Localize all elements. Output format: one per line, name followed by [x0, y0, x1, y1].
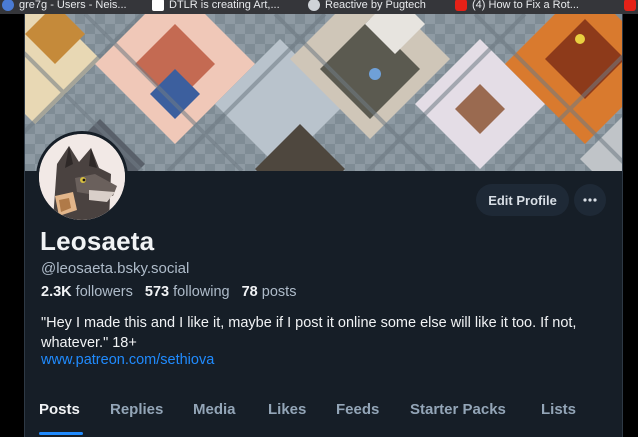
tab-lists[interactable]: Lists [541, 401, 576, 418]
bookmark-label: DTLR is creating Art,... [169, 0, 280, 11]
tab-feeds[interactable]: Feeds [336, 401, 379, 418]
page-gutter-right [623, 14, 638, 437]
bookmark-item[interactable] [624, 0, 636, 14]
followers-label: followers [75, 284, 133, 300]
edit-profile-button[interactable]: Edit Profile [476, 184, 569, 216]
posts-count: 78 [241, 284, 258, 300]
tab-posts[interactable]: Posts [39, 401, 80, 418]
bookmark-item[interactable]: (4) How to Fix a Rot... [455, 0, 579, 14]
bookmarks-bar: gre7g - Users - Neis... DTLR is creating… [0, 0, 638, 14]
bookmark-item[interactable]: DTLR is creating Art,... [152, 0, 280, 14]
profile-handle: @leosaeta.bsky.social [41, 260, 190, 277]
youtube-icon [455, 0, 467, 11]
display-name: Leosaeta [40, 226, 155, 256]
following-stat[interactable]: 573 following [145, 284, 230, 300]
profile-link[interactable]: www.patreon.com/sethiova [41, 352, 214, 368]
tab-likes[interactable]: Likes [268, 401, 306, 418]
posts-stat: 78 posts [242, 284, 297, 300]
wolf-avatar-icon [39, 134, 125, 220]
bookmark-label: (4) How to Fix a Rot... [472, 0, 579, 11]
users-icon [2, 0, 14, 11]
more-options-button[interactable] [574, 184, 606, 216]
page-gutter-left [0, 14, 25, 437]
youtube-icon [624, 0, 636, 11]
tab-media[interactable]: Media [193, 401, 236, 418]
followers-stat[interactable]: 2.3K followers [41, 284, 133, 300]
tab-starter-packs[interactable]: Starter Packs [410, 401, 506, 418]
bookmark-label: Reactive by Pugtech [325, 0, 426, 11]
avatar-image [39, 134, 125, 220]
followers-count: 2.3K [41, 284, 72, 300]
bookmark-item[interactable]: Reactive by Pugtech [308, 0, 426, 14]
profile-bio: "Hey I made this and I like it, maybe if… [41, 315, 577, 351]
profile-stats: 2.3K followers 573 following 78 posts [41, 284, 296, 300]
posts-label: posts [261, 284, 297, 300]
following-count: 573 [144, 284, 170, 300]
active-tab-indicator [39, 432, 83, 435]
patreon-icon [152, 0, 164, 11]
following-label: following [173, 284, 230, 300]
ellipsis-icon [583, 198, 597, 202]
column-border-right [622, 14, 623, 437]
reactive-icon [308, 0, 320, 11]
bookmark-item[interactable]: gre7g - Users - Neis... [2, 0, 127, 14]
avatar[interactable] [36, 131, 128, 223]
bookmark-label: gre7g - Users - Neis... [19, 0, 127, 11]
tab-replies[interactable]: Replies [110, 401, 163, 418]
